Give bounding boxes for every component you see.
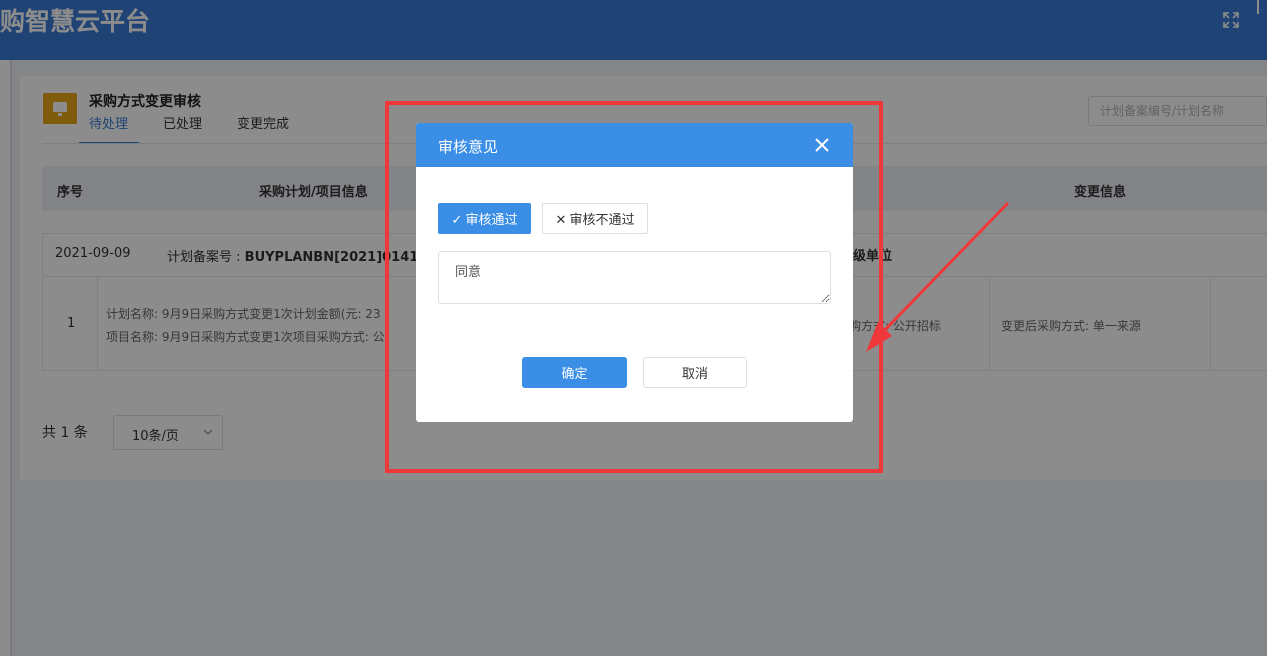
annotation-highlight-box bbox=[385, 101, 883, 473]
